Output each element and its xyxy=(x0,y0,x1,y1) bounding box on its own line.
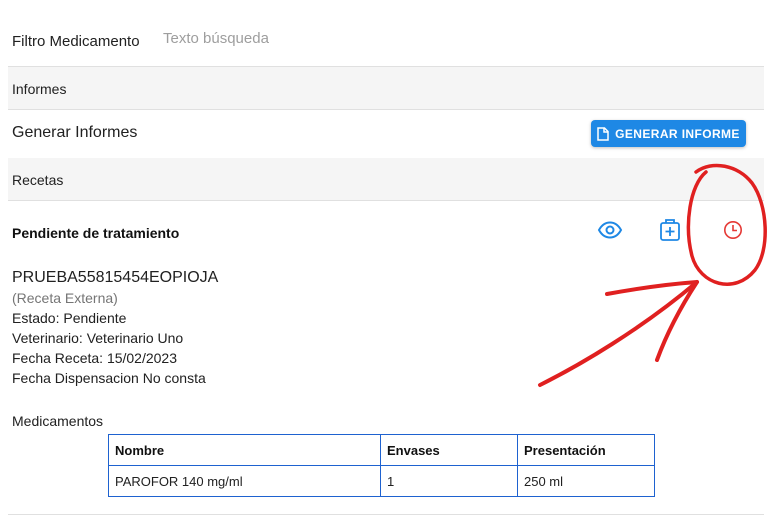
medicamentos-title: Medicamentos xyxy=(12,413,104,429)
medicamentos-table: Nombre Envases Presentación PAROFOR 140 … xyxy=(108,434,655,497)
generar-informes-row: Generar Informes GENERAR INFORME xyxy=(8,110,764,158)
table-cell: 1 xyxy=(380,465,518,497)
filter-label: Filtro Medicamento xyxy=(12,33,140,50)
eye-icon xyxy=(597,220,623,244)
receta-code: PRUEBA55815454EOPIOJA xyxy=(12,269,219,286)
column-header: Presentación xyxy=(517,434,655,466)
receta-estado: Estado: Pendiente xyxy=(12,310,127,326)
informes-header-label: Informes xyxy=(12,81,67,97)
column-header: Nombre xyxy=(108,434,381,466)
receta-status-title: Pendiente de tratamiento xyxy=(12,225,180,241)
medical-bag-icon xyxy=(659,218,681,247)
receta-origin: (Receta Externa) xyxy=(12,290,118,306)
informes-section-header[interactable]: Informes xyxy=(8,67,764,110)
view-receta-button[interactable] xyxy=(596,218,624,246)
generar-informe-button-label: GENERAR INFORME xyxy=(615,126,740,141)
table-cell: PAROFOR 140 mg/ml xyxy=(108,465,381,497)
generar-informes-label: Generar Informes xyxy=(12,124,138,141)
generar-informe-button[interactable]: GENERAR INFORME xyxy=(591,120,746,147)
receta-details: PRUEBA55815454EOPIOJA (Receta Externa) E… xyxy=(12,268,218,388)
receta-veterinario: Veterinario: Veterinario Uno xyxy=(12,330,184,346)
column-header: Envases xyxy=(380,434,518,466)
receta-fecha: Fecha Receta: 15/02/2023 xyxy=(12,350,178,366)
clock-icon xyxy=(723,220,743,245)
table-cell: 250 ml xyxy=(517,465,655,497)
receta-fecha-dispensacion: Fecha Dispensacion No consta xyxy=(12,370,206,386)
recetas-section-header[interactable]: Recetas xyxy=(8,158,764,201)
document-icon xyxy=(597,126,609,141)
recetas-header-label: Recetas xyxy=(12,172,64,188)
table-header-row: Nombre Envases Presentación xyxy=(108,434,655,466)
filter-search-input[interactable] xyxy=(163,30,423,47)
history-receta-button[interactable] xyxy=(719,218,747,246)
table-row: PAROFOR 140 mg/ml 1 250 ml xyxy=(108,465,655,497)
main-panel: Filtro Medicamento Informes Generar Info… xyxy=(8,0,764,520)
dispensar-receta-button[interactable] xyxy=(656,218,684,246)
filter-row: Filtro Medicamento xyxy=(8,0,764,67)
divider xyxy=(8,514,764,515)
